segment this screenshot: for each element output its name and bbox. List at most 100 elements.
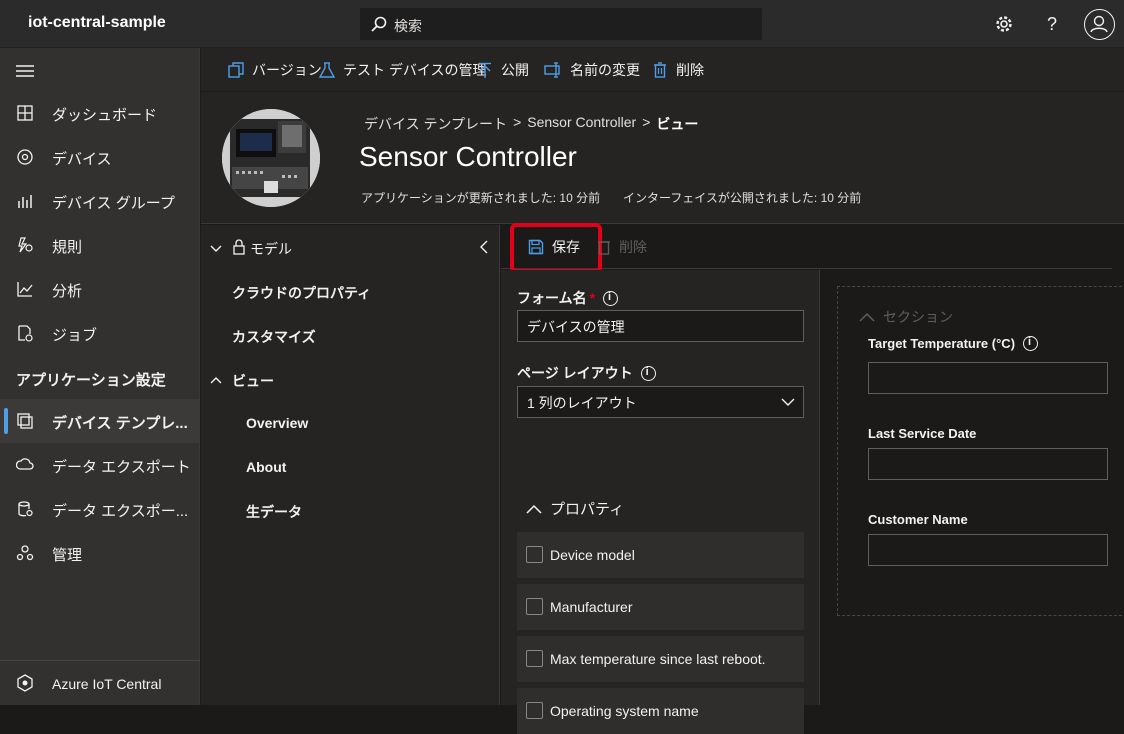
- info-icon[interactable]: [1023, 336, 1039, 351]
- property-checkbox[interactable]: [526, 650, 543, 667]
- tree-item-customize[interactable]: カスタマイズ: [232, 327, 316, 347]
- chevron-up-icon[interactable]: [210, 374, 222, 386]
- sidebar-item-device-groups[interactable]: デバイス グループ: [0, 179, 200, 223]
- sidebar-item-label: データ エクスポー...: [52, 503, 189, 520]
- breadcrumb-device-templates[interactable]: デバイス テンプレート: [364, 114, 507, 134]
- settings-button[interactable]: [989, 9, 1019, 39]
- field-label-target-temperature: Target Temperature (°C): [868, 336, 1039, 351]
- sidebar-item-rules[interactable]: 規則: [0, 223, 200, 267]
- property-row[interactable]: Operating system name: [517, 688, 804, 734]
- form-name-input[interactable]: デバイスの管理: [517, 310, 804, 342]
- footer-label: Azure IoT Central: [52, 676, 162, 692]
- version-button[interactable]: バージョン: [228, 60, 322, 80]
- chevron-down-icon[interactable]: [210, 242, 222, 254]
- search-placeholder[interactable]: 検索: [394, 16, 422, 36]
- sidebar-item-jobs[interactable]: ジョブ: [0, 311, 200, 355]
- property-row[interactable]: Device model: [517, 532, 804, 578]
- tree-item-views[interactable]: ビュー: [232, 371, 274, 391]
- device-image: [222, 109, 320, 207]
- jobs-icon: [18, 325, 33, 342]
- sidebar-item-label: 分析: [52, 283, 83, 300]
- publish-button[interactable]: 公開: [477, 60, 529, 80]
- field-label-customer-name: Customer Name: [868, 512, 968, 527]
- device-group-icon: [18, 195, 32, 208]
- last-service-date-input[interactable]: [868, 448, 1108, 480]
- breadcrumb-template[interactable]: Sensor Controller: [527, 114, 636, 134]
- copy-icon: [228, 62, 244, 78]
- info-icon[interactable]: [640, 365, 656, 381]
- top-bar: iot-central-sample 検索 ?: [0, 0, 1124, 48]
- sidebar-item-label: データ エクスポート: [52, 459, 191, 476]
- form-config-panel: フォーム名 * デバイスの管理 ページ レイアウト 1 列のレイアウト プロパテ…: [501, 270, 820, 734]
- test-devices-label: テスト デバイスの管理: [343, 62, 487, 78]
- breadcrumb-separator: >: [642, 114, 651, 130]
- version-label: バージョン: [252, 62, 322, 78]
- tree-item-view-raw-data[interactable]: 生データ: [246, 502, 302, 522]
- rename-button[interactable]: 名前の変更: [544, 60, 640, 80]
- delete-view-label: 削除: [619, 239, 647, 255]
- sidebar-item-label: ダッシュボード: [52, 107, 158, 124]
- property-row[interactable]: Max temperature since last reboot.: [517, 636, 804, 682]
- sidebar-footer[interactable]: Azure IoT Central: [0, 660, 200, 705]
- chevron-down-icon: [781, 398, 795, 406]
- section-title-text: セクション: [883, 309, 953, 325]
- template-header: デバイス テンプレート > Sensor Controller > ビュー Se…: [201, 92, 1124, 224]
- page-layout-dropdown[interactable]: 1 列のレイアウト: [517, 386, 804, 418]
- field-label-text: Last Service Date: [868, 426, 977, 441]
- page-layout-value: 1 列のレイアウト: [527, 395, 637, 411]
- save-label: 保存: [552, 239, 580, 255]
- property-checkbox[interactable]: [526, 598, 543, 615]
- tree-item-view-about[interactable]: About: [246, 459, 286, 475]
- manage-test-devices-button[interactable]: テスト デバイスの管理: [319, 60, 486, 80]
- sidebar-item-admin[interactable]: 管理: [0, 531, 200, 575]
- tree-item-cloud-properties[interactable]: クラウドのプロパティ: [232, 283, 371, 303]
- sidebar-item-dashboard[interactable]: ダッシュボード: [0, 91, 200, 135]
- properties-group-header[interactable]: プロパティ: [526, 498, 624, 519]
- section-header[interactable]: セクション: [859, 307, 953, 327]
- property-label: Operating system name: [550, 703, 699, 719]
- device-icon: [17, 149, 33, 165]
- tree-item-view-overview[interactable]: Overview: [246, 415, 308, 431]
- form-name-label-text: フォーム名: [517, 290, 587, 306]
- sidebar-item-devices[interactable]: デバイス: [0, 135, 200, 179]
- sidebar: ダッシュボード デバイス デバイス グループ 規則 分析 ジョブ アプリケーショ…: [0, 48, 200, 705]
- person-icon: [1090, 15, 1108, 33]
- sidebar-item-data-export-legacy[interactable]: データ エクスポー...: [0, 487, 200, 531]
- sidebar-item-data-export[interactable]: データ エクスポート: [0, 443, 200, 487]
- field-label-text: Customer Name: [868, 512, 968, 527]
- sidebar-item-label: 管理: [52, 547, 83, 564]
- field-label-last-service-date: Last Service Date: [868, 426, 976, 441]
- info-icon[interactable]: [603, 290, 619, 306]
- page-layout-label: ページ レイアウト: [517, 363, 656, 383]
- delete-label: 削除: [676, 62, 704, 78]
- property-checkbox[interactable]: [526, 546, 543, 563]
- target-temperature-input[interactable]: [868, 362, 1108, 394]
- property-row[interactable]: Manufacturer: [517, 584, 804, 630]
- sidebar-item-analytics[interactable]: 分析: [0, 267, 200, 311]
- help-button[interactable]: ?: [1037, 9, 1067, 39]
- command-bar: バージョン テスト デバイスの管理 公開 名前の変更 削除: [201, 48, 1124, 92]
- rename-label: 名前の変更: [570, 62, 640, 78]
- collapse-panel-icon[interactable]: [478, 240, 490, 254]
- search-box[interactable]: 検索: [360, 8, 762, 40]
- sidebar-item-label: デバイス グループ: [52, 195, 175, 212]
- hamburger-icon[interactable]: [16, 64, 34, 78]
- lock-icon: [233, 239, 245, 255]
- page-layout-label-text: ページ レイアウト: [517, 365, 633, 381]
- delete-template-button[interactable]: 削除: [652, 60, 704, 80]
- sidebar-item-label: ジョブ: [52, 327, 98, 344]
- active-indicator: [4, 408, 8, 434]
- form-preview-canvas: セクション Target Temperature (°C) Last Servi…: [821, 270, 1124, 705]
- sidebar-item-device-templates[interactable]: デバイス テンプレ...: [0, 399, 200, 443]
- page-title: Sensor Controller: [359, 141, 577, 172]
- sidebar-item-label: デバイス: [52, 151, 112, 168]
- tree-item-model[interactable]: モデル: [250, 239, 292, 259]
- template-tree: モデル クラウドのプロパティ カスタマイズ ビュー Overview About…: [201, 225, 500, 705]
- app-title[interactable]: iot-central-sample: [28, 14, 166, 32]
- customer-name-input[interactable]: [868, 534, 1108, 566]
- analytics-icon: [17, 282, 33, 297]
- property-label: Max temperature since last reboot.: [550, 651, 766, 667]
- iot-central-icon: [17, 674, 33, 692]
- save-button[interactable]: 保存: [528, 237, 580, 257]
- avatar[interactable]: [1084, 9, 1115, 40]
